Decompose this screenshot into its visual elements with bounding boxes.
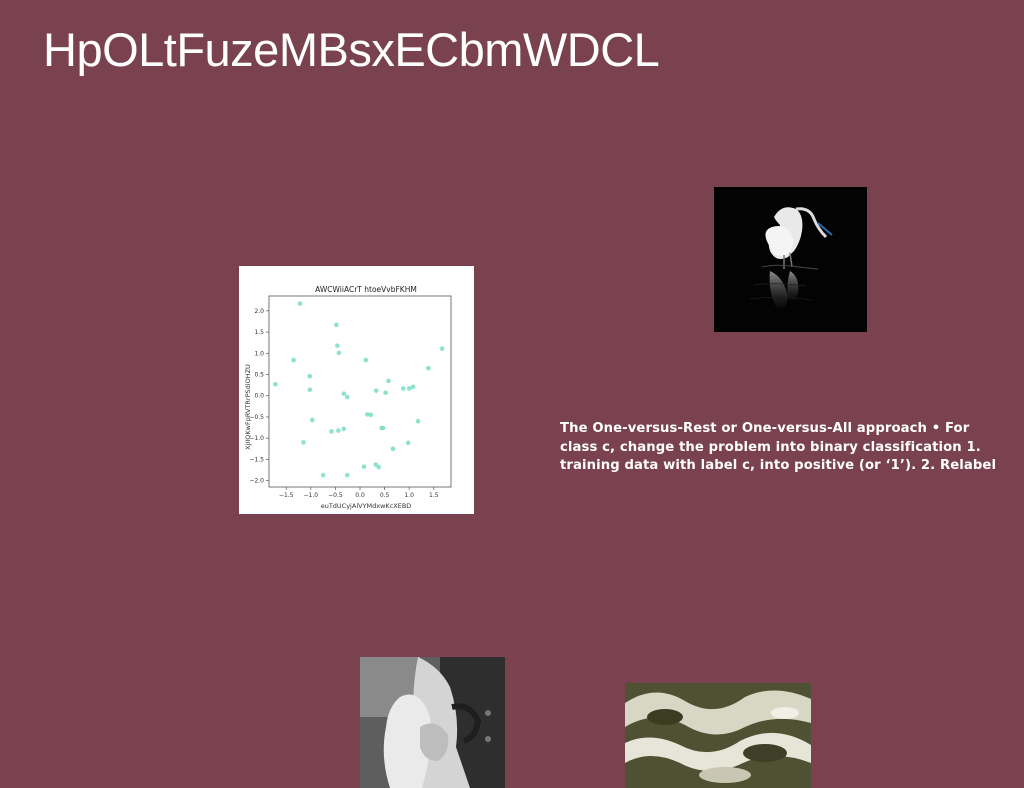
chart-svg: AWCWiiACrT htoeVvbFKHM euTdUCyjAlVYMdxwK… [244,285,452,510]
y-tick-label: −2.0 [249,478,264,485]
scatter-point [334,322,339,328]
scatter-point [361,464,367,469]
slide-text: The One-versus-Rest or One-versus-All ap… [560,420,1024,476]
scatter-point [307,387,313,393]
text-line: The One-versus-Rest or One-versus-All ap… [560,421,970,436]
scatter-point [383,390,388,396]
y-tick-label: 1.5 [254,329,264,336]
scatter-point [363,357,369,363]
scatter-point [344,472,350,478]
scatter-point [439,346,445,351]
x-tick-label: 0.0 [355,492,365,499]
y-tick-label: −1.5 [249,456,264,463]
scatter-point [386,378,391,384]
scatter-point [368,412,374,418]
x-tick-label: −1.0 [304,492,319,499]
y-tick-label: 2.0 [254,308,264,315]
scatter-point [373,388,379,393]
scatter-point [406,386,412,391]
scatter-point [320,472,326,478]
scatter-point [410,384,416,390]
x-tick-label: −1.5 [279,492,294,499]
couple-photo [360,657,505,788]
scatter-point [307,373,313,379]
scatter-point [329,429,334,434]
scatter-point [297,301,303,306]
scatter-point [426,365,431,371]
y-tick-label: 0.5 [254,372,264,379]
scatter-point [341,391,347,396]
page-title: HpOLtFuzeMBsxECbmWDCL [43,23,660,76]
text-line: training data with label c, into positiv… [560,458,997,473]
egret-photo [714,187,867,332]
scatter-point [309,417,315,423]
chart-title: AWCWiiACrT htoeVvbFKHM [315,285,417,294]
scatter-point [335,343,340,348]
scatter-point [344,394,350,400]
scatter-point [301,440,306,445]
scatter-point [376,464,381,470]
x-tick-label: 0.5 [380,492,390,499]
scatter-point [273,381,278,387]
scatter-point [336,350,342,356]
chart-x-axis-label: euTdUCyjAlVYMdxwKcXEBD [321,502,412,510]
x-tick-label: 1.0 [404,492,414,499]
chart-plot-frame [268,295,452,488]
scatter-point [390,446,396,452]
y-tick-label: −1.0 [249,435,264,442]
scatter-point [400,386,406,391]
x-tick-label: 1.5 [429,492,439,499]
x-tick-label: −0.5 [328,492,343,499]
y-tick-label: 1.0 [254,350,264,357]
text-line: class c, change the problem into binary … [560,439,981,455]
scatter-point [291,357,296,363]
scatter-point [341,426,347,432]
scatter-point [415,418,421,424]
scatter-point [336,428,341,433]
water-photo [625,683,811,788]
scatter-point [380,425,386,431]
y-tick-label: −0.5 [249,414,264,421]
y-tick-label: 0.0 [254,393,264,400]
scatter-chart: AWCWiiACrT htoeVvbFKHM euTdUCyjAlVYMdxwK… [239,266,474,514]
scatter-point [405,440,411,446]
